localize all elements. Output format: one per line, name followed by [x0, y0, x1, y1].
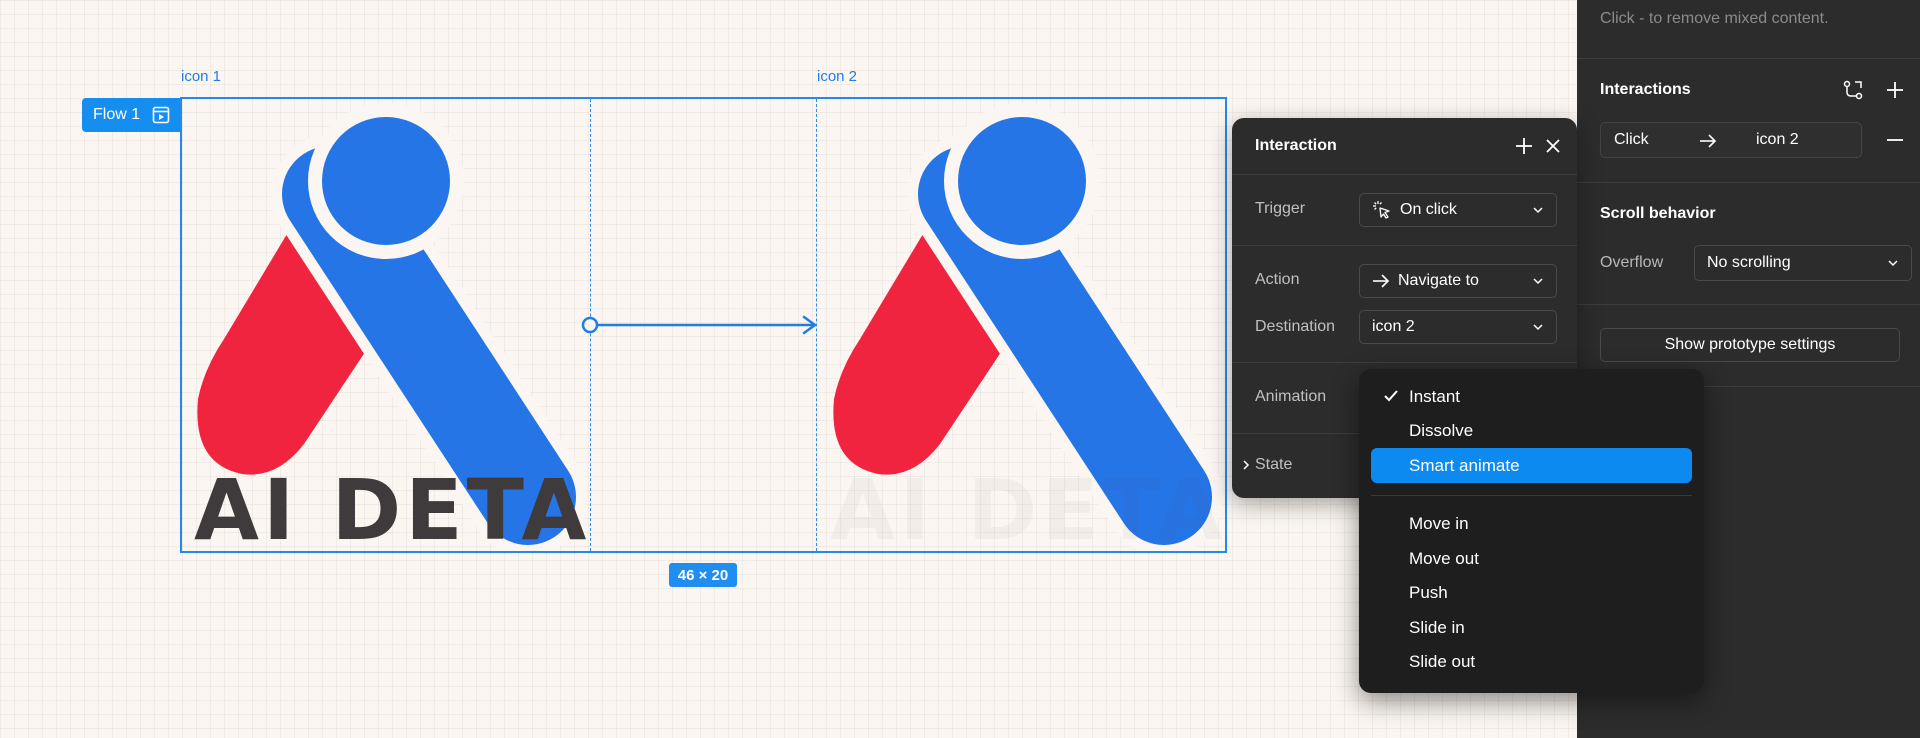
- prototype-connection-arrow[interactable]: [580, 312, 820, 338]
- menu-separator: [1371, 495, 1692, 496]
- logo-frame-icon-2[interactable]: AI DETA: [818, 99, 1228, 551]
- flow-starting-point-badge[interactable]: Flow 1: [82, 98, 182, 132]
- menu-item-label: Push: [1409, 582, 1448, 602]
- arrow-right-icon: [1373, 274, 1390, 288]
- menu-item-label: Slide out: [1409, 651, 1476, 671]
- chevron-right-icon[interactable]: [1242, 459, 1250, 471]
- destination-value: icon 2: [1372, 318, 1415, 335]
- add-interaction-icon[interactable]: [1885, 80, 1905, 100]
- popup-title: Interaction: [1255, 137, 1337, 154]
- menu-item-label: Instant: [1409, 386, 1461, 406]
- menu-item-label: Move in: [1409, 513, 1469, 533]
- frame-label-icon-2[interactable]: icon 2: [817, 68, 857, 85]
- scroll-behavior-title: Scroll behavior: [1600, 205, 1716, 222]
- play-frame-icon: [152, 106, 170, 124]
- overflow-select[interactable]: No scrolling: [1694, 245, 1912, 281]
- chevron-down-icon: [1888, 260, 1898, 267]
- chevron-down-icon: [1533, 278, 1543, 285]
- logo-wordmark-faded: AI DETA: [830, 461, 1226, 551]
- overflow-value: No scrolling: [1707, 254, 1791, 271]
- logo-frame-icon-1[interactable]: AI DETA: [182, 99, 592, 551]
- menu-item-label: Smart animate: [1409, 455, 1520, 475]
- animation-label: Animation: [1255, 388, 1327, 405]
- click-cursor-icon: [1373, 201, 1390, 219]
- logo-blue-dot: [322, 117, 450, 245]
- menu-item-label: Dissolve: [1409, 420, 1474, 440]
- logo-mark: [197, 103, 587, 551]
- overflow-label: Overflow: [1600, 254, 1664, 271]
- menu-item-label: Slide in: [1409, 617, 1465, 637]
- interactions-title: Interactions: [1600, 81, 1691, 98]
- action-value: Navigate to: [1398, 272, 1479, 289]
- interaction-path-icon[interactable]: [1843, 80, 1863, 100]
- checkmark-icon: [1384, 390, 1398, 402]
- state-label[interactable]: State: [1255, 456, 1292, 474]
- interaction-trigger-text: Click: [1614, 131, 1649, 148]
- size-badge: 46 × 20: [669, 563, 737, 587]
- flow-label: Flow 1: [93, 106, 141, 123]
- menu-item-label: Move out: [1409, 548, 1479, 568]
- menu-item-smart-animate[interactable]: Smart animate: [1371, 448, 1692, 483]
- interaction-row[interactable]: Click icon 2: [1600, 122, 1862, 158]
- menu-item-instant[interactable]: Instant: [1371, 379, 1692, 414]
- menu-item-dissolve[interactable]: Dissolve: [1371, 413, 1692, 448]
- show-prototype-settings-button[interactable]: Show prototype settings: [1600, 328, 1900, 362]
- mixed-content-hint: Click - to remove mixed content.: [1600, 10, 1829, 27]
- trigger-label: Trigger: [1255, 200, 1306, 217]
- trigger-select[interactable]: On click: [1359, 193, 1557, 227]
- menu-item-move-in[interactable]: Move in: [1371, 506, 1692, 541]
- add-icon[interactable]: [1515, 137, 1533, 155]
- menu-item-push[interactable]: Push: [1371, 575, 1692, 610]
- chevron-down-icon: [1533, 324, 1543, 331]
- logo-wordmark: AI DETA: [194, 461, 590, 551]
- menu-item-slide-in[interactable]: Slide in: [1371, 610, 1692, 645]
- close-icon[interactable]: [1545, 138, 1561, 154]
- logo-blue-dot: [958, 117, 1086, 245]
- action-select[interactable]: Navigate to: [1359, 264, 1557, 298]
- arrow-right-icon: [1700, 134, 1717, 148]
- frame-label-icon-1[interactable]: icon 1: [181, 68, 221, 85]
- trigger-value: On click: [1400, 201, 1457, 218]
- animation-dropdown-menu: Instant Dissolve Smart animate Move in M…: [1359, 369, 1704, 693]
- menu-item-move-out[interactable]: Move out: [1371, 541, 1692, 576]
- destination-label: Destination: [1255, 318, 1336, 335]
- menu-item-slide-out[interactable]: Slide out: [1371, 644, 1692, 679]
- remove-interaction-icon[interactable]: [1885, 132, 1905, 148]
- logo-mark: [833, 103, 1223, 551]
- interaction-target-text: icon 2: [1756, 131, 1799, 148]
- chevron-down-icon: [1533, 207, 1543, 214]
- action-label: Action: [1255, 271, 1300, 288]
- destination-select[interactable]: icon 2: [1359, 310, 1557, 344]
